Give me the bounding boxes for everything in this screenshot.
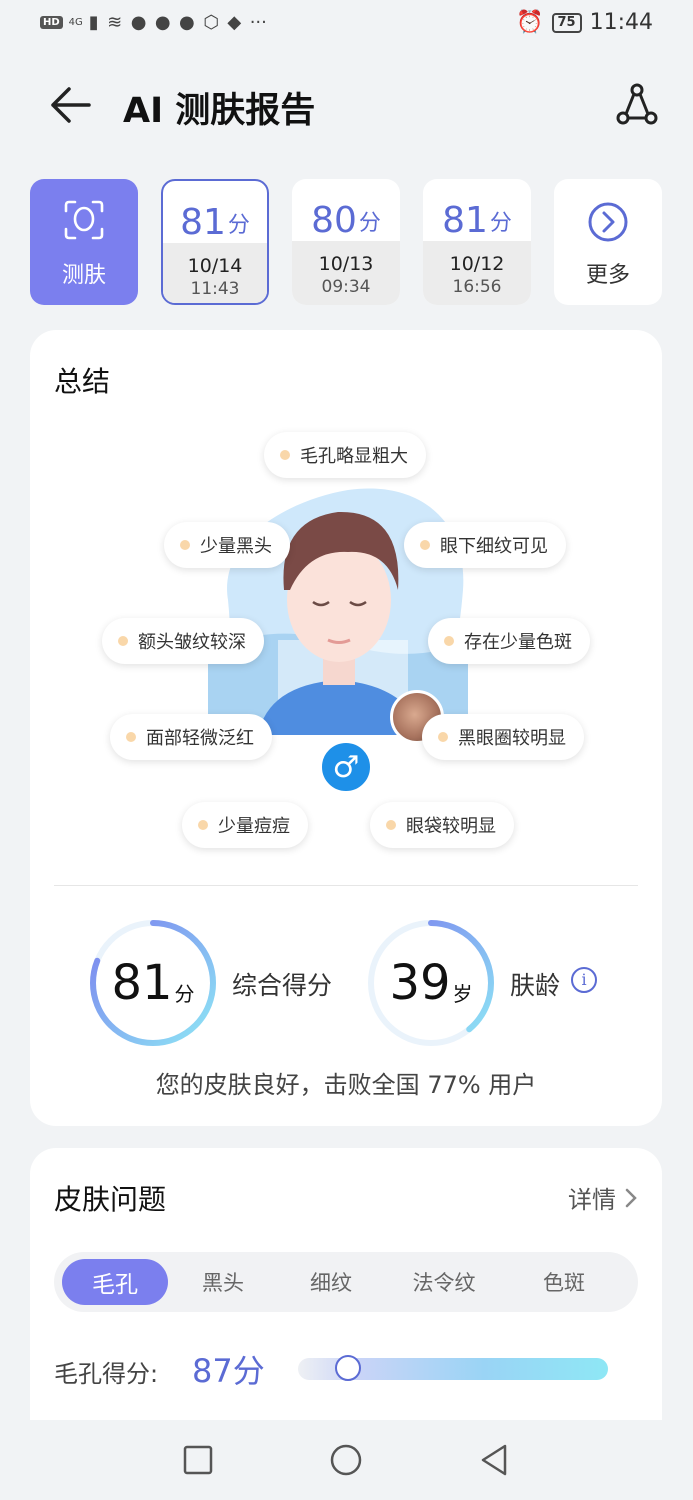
chip-dot [198,820,208,830]
finding-chip: 存在少量色斑 [428,618,590,664]
more-label: 更多 [585,263,630,288]
chip-dot [420,540,430,550]
wechat-icon: ● [130,12,147,33]
beat-percent-text: 您的皮肤良好，击败全国 77% 用户 [155,1071,537,1099]
tab-blackheads[interactable]: 黑头 [170,1252,276,1312]
skin-issues-title: 皮肤问题 [54,1183,167,1216]
record-score: 80 分 [311,200,381,241]
more-dots-icon: ··· [249,12,267,33]
record-date-block: 10/14 11:43 [163,243,267,303]
recent-apps-icon[interactable] [182,1444,214,1476]
record-date: 10/14 [187,255,243,277]
record-tab[interactable]: 81 分 10/12 16:56 [423,179,531,305]
overall-score-label: 综合得分 [232,971,333,1000]
scan-button[interactable]: 测肤 [30,179,138,305]
record-score: 81 分 [180,202,250,243]
network-badge: 4G [68,17,83,28]
record-date: 10/12 [449,253,505,275]
record-tab[interactable]: 80 分 10/13 09:34 [292,179,400,305]
back-icon[interactable] [478,1443,510,1477]
finding-chip: 眼袋较明显 [370,802,514,848]
skin-age-value: 39 岁 [389,955,473,1011]
finding-chip: 毛孔略显粗大 [264,432,426,478]
finding-chip: 少量痘痘 [182,802,308,848]
wechat-icon: ● [179,12,195,33]
overall-score-gauge: 81 分 [88,918,218,1048]
overall-score-value: 81 分 [111,955,195,1011]
alarm-icon: ⏰ [516,10,544,35]
status-bar: HD 4G ▮ ≋ ● ● ● ⬡ ◆ ··· ⏰ 75 11:44 [0,0,693,50]
hd-badge: HD [40,16,63,29]
record-tab[interactable]: 81 分 10/14 11:43 [161,179,269,305]
status-icons: ▮ ≋ ● ● ● ⬡ ◆ ··· [89,12,271,33]
chip-dot [386,820,396,830]
tab-spots[interactable]: 色斑 [506,1252,622,1312]
record-date: 10/13 [318,253,374,275]
record-time: 16:56 [452,277,502,297]
tab-fine-lines[interactable]: 细纹 [278,1252,384,1312]
record-time: 09:34 [321,277,371,297]
pore-score-knob [334,1355,361,1381]
male-icon: ♂ [332,749,360,785]
detail-link[interactable]: 详情 [568,1180,638,1215]
info-icon[interactable]: i [571,967,597,993]
record-time: 11:43 [190,279,240,299]
status-right: ⏰ 75 11:44 [516,10,653,35]
chip-dot [438,732,448,742]
issue-tabs: 毛孔 黑头 细纹 法令纹 色斑 [54,1252,638,1312]
finding-chip: 眼下细纹可见 [404,522,566,568]
app-header: AI 测肤报告 [0,60,693,150]
skin-issues-card: 皮肤问题 详情 毛孔 黑头 细纹 法令纹 色斑 毛孔得分: 87分 [30,1148,662,1448]
finding-chip: 少量黑头 [164,522,290,568]
record-date-block: 10/12 16:56 [423,241,531,305]
chevron-circle-right-icon [588,202,628,242]
battery-indicator: 75 [551,12,582,33]
gender-badge: ♂ [319,740,373,794]
chip-dot [118,636,128,646]
shield-icon: ◆ [227,12,242,33]
finding-chip: 面部轻微泛红 [110,714,272,760]
signal-icon: ▮ [88,12,99,33]
summary-card: 总结 ♂ 毛孔略显粗大 少量黑头 眼下细纹可见 额头皱纹较深 存在少量色斑 面部… [30,330,662,1126]
divider [54,885,638,886]
chevron-right-icon [625,1188,637,1207]
pore-score-label: 毛孔得分: [54,1360,159,1388]
pore-score-value: 87分 [192,1352,265,1390]
page-title: AI 测肤报告 [123,91,316,131]
summary-title: 总结 [54,365,111,398]
record-score: 81 分 [442,200,512,241]
chip-dot [444,636,454,646]
skin-age-label: 肤龄 [510,971,561,1000]
share-icon[interactable] [613,80,663,130]
finding-chip: 黑眼圈较明显 [422,714,584,760]
chip-dot [180,540,190,550]
record-tabs: 测肤 81 分 10/14 11:43 80 分 10/13 09:34 81 分 1… [30,179,670,307]
face-scan-icon [64,200,104,240]
pore-score-bar [298,1355,608,1381]
finding-chip: 额头皱纹较深 [102,618,264,664]
system-nav-bar [0,1420,693,1500]
chip-dot [126,732,136,742]
tab-nasolabial-folds[interactable]: 法令纹 [386,1252,502,1312]
wechat-icon: ● [154,12,171,33]
hand-icon: ⬡ [203,12,219,33]
tab-pores[interactable]: 毛孔 [62,1259,168,1305]
home-icon[interactable] [329,1443,363,1477]
more-records-button[interactable]: 更多 [554,179,662,305]
back-arrow-icon[interactable] [45,80,95,130]
status-left: HD 4G ▮ ≋ ● ● ● ⬡ ◆ ··· [40,12,271,33]
status-time: 11:44 [589,10,653,35]
detail-label: 详情 [568,1186,616,1214]
record-date-block: 10/13 09:34 [292,241,400,305]
scan-label: 测肤 [61,263,106,288]
wifi-icon: ≋ [107,12,123,33]
chip-dot [280,450,290,460]
skin-age-gauge: 39 岁 [366,918,496,1048]
